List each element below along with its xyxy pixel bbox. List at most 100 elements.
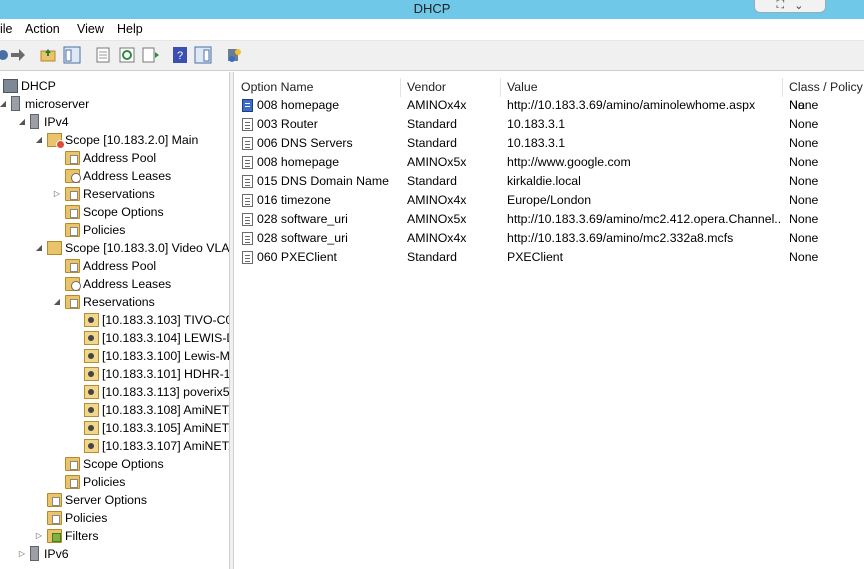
option-name-cell: 008 homepage [257, 155, 340, 169]
tree-node-label: [10.183.3.105] AmiNET. [102, 421, 230, 435]
value-cell: PXEClient [507, 250, 564, 264]
export-list-icon[interactable] [141, 46, 159, 64]
tree-node-label: Scope Options [83, 457, 164, 471]
value-cell: http://10.183.3.69/amino/aminolewhome.as… [507, 98, 756, 112]
value-cell: http://10.183.3.69/amino/mc2.332a8.mcfs [507, 231, 734, 245]
console-tree[interactable]: DHCP ◢ microserver ◢ IPv4 ◢ Scope [10.183.2.0]… [0, 72, 230, 569]
pane-splitter[interactable] [230, 72, 234, 569]
table-row[interactable]: 006 DNS Servers Standard 10.183.3.1 None [235, 134, 864, 153]
folder-icon [65, 259, 80, 273]
option-name-cell: 006 DNS Servers [257, 136, 353, 150]
tree-node-label: Scope [10.183.3.0] Video VLAN [65, 241, 230, 255]
option-icon [242, 118, 253, 131]
tree-node-label: Address Pool [83, 259, 157, 273]
restore-icon[interactable]: ⛶ [777, 0, 785, 12]
option-icon [242, 156, 253, 169]
collapse-arrow-icon[interactable]: ◢ [52, 293, 62, 311]
value-cell: kirkaldie.local [507, 174, 581, 188]
class-policy-cell: None [789, 136, 819, 150]
server-icon [11, 96, 20, 111]
folder-icon [65, 151, 80, 165]
table-row[interactable]: 016 timezone AMINOx4x Europe/London None [235, 191, 864, 210]
show-hide-tree-icon[interactable] [63, 46, 81, 64]
table-row[interactable]: 008 homepage AMINOx5x http://www.google.co… [235, 153, 864, 172]
expand-arrow-icon[interactable]: ▷ [52, 185, 62, 203]
column-value[interactable]: Value [501, 78, 783, 97]
expand-arrow-icon[interactable]: ▷ [34, 527, 44, 545]
reservation-icon [84, 385, 99, 399]
tree-node-label: Server Options [65, 493, 148, 507]
tree-node-label: [10.183.3.107] AmiNET. [102, 439, 230, 453]
tree-node-label: Scope Options [83, 205, 164, 219]
tree-node-label: [10.183.3.104] LEWIS-DE [102, 331, 230, 345]
tree-node-label: Reservations [83, 187, 155, 201]
reservation-icon [84, 403, 99, 417]
vendor-cell: AMINOx4x [407, 98, 467, 112]
folder-icon [65, 169, 81, 183]
collapse-arrow-icon[interactable]: ◢ [17, 113, 27, 131]
vendor-cell: Standard [407, 174, 457, 188]
folder-icon [65, 187, 80, 201]
menu-action[interactable]: Action [25, 22, 60, 36]
chevron-down-icon[interactable]: ⌄ [794, 0, 803, 12]
option-name-cell: 028 software_uri [257, 212, 348, 226]
tree-node-label: DHCP [21, 79, 56, 93]
table-row[interactable]: 060 PXEClient Standard PXEClient None [235, 248, 864, 267]
folder-icon [65, 223, 80, 237]
table-row[interactable]: 028 software_uri AMINOx4x http://10.183.3.… [235, 229, 864, 248]
option-name-cell: 015 DNS Domain Name [257, 174, 389, 188]
option-icon [242, 99, 253, 112]
options-list[interactable]: Option Name Vendor Value Class / Policy … [235, 72, 864, 569]
server-icon [30, 114, 39, 129]
reservation-icon [84, 331, 99, 345]
vendor-cell: Standard [407, 136, 457, 150]
vendor-cell: AMINOx5x [407, 212, 467, 226]
table-row[interactable]: 028 software_uri AMINOx5x http://10.183.3.… [235, 210, 864, 229]
table-row[interactable]: 008 homepage AMINOx4x http://10.183.3.69/a… [235, 96, 864, 115]
value-cell: 10.183.3.1 [507, 136, 566, 150]
folder-icon [65, 205, 80, 219]
reservation-icon [84, 349, 99, 363]
class-policy-cell: None [789, 231, 819, 245]
folder-icon [47, 493, 62, 507]
dhcp-server-icon[interactable] [225, 46, 243, 64]
help-icon[interactable]: ? [171, 46, 189, 64]
menu-file[interactable]: ile [0, 22, 13, 36]
value-cell: Europe/London [507, 193, 592, 207]
dhcp-icon [3, 79, 18, 93]
collapse-arrow-icon[interactable]: ◢ [34, 239, 44, 257]
column-option-name[interactable]: Option Name [235, 78, 401, 97]
scope-icon [47, 241, 62, 255]
table-row[interactable]: 015 DNS Domain Name Standard kirkaldie.loc… [235, 172, 864, 191]
window-title: DHCP [413, 1, 451, 16]
option-icon [242, 194, 253, 207]
tree-node-label: Reservations [83, 295, 155, 309]
column-header-row: Option Name Vendor Value Class / Policy … [235, 78, 864, 112]
menu-view[interactable]: View [77, 22, 104, 36]
scope-icon [47, 133, 65, 149]
column-vendor[interactable]: Vendor [401, 78, 501, 97]
tree-node-label: microserver [25, 97, 90, 111]
window-controls[interactable]: ⛶ ⌄ [754, 0, 826, 13]
class-policy-cell: None [789, 193, 819, 207]
class-policy-cell: None [789, 117, 819, 131]
properties-icon[interactable] [94, 46, 112, 64]
forward-icon[interactable] [9, 46, 27, 64]
table-row[interactable]: 003 Router Standard 10.183.3.1 None [235, 115, 864, 134]
option-name-cell: 008 homepage [257, 98, 340, 112]
expand-arrow-icon[interactable]: ▷ [17, 545, 27, 563]
tree-node-label: [10.183.3.100] Lewis-MI [102, 349, 230, 363]
column-class-policy[interactable]: Class / Policy Na [783, 78, 864, 112]
server-icon [30, 546, 39, 561]
collapse-arrow-icon[interactable]: ◢ [0, 95, 8, 113]
up-folder-icon[interactable] [39, 46, 57, 64]
collapse-arrow-icon[interactable]: ◢ [34, 131, 44, 149]
vendor-cell: AMINOx4x [407, 193, 467, 207]
action-pane-icon[interactable] [194, 46, 212, 64]
menu-help[interactable]: Help [117, 22, 143, 36]
reservation-icon [84, 313, 99, 327]
folder-icon [65, 295, 80, 309]
tree-node-label: [10.183.3.108] AmiNET. [102, 403, 230, 417]
tree-node-label: Address Leases [83, 277, 172, 291]
refresh-icon[interactable] [118, 46, 136, 64]
